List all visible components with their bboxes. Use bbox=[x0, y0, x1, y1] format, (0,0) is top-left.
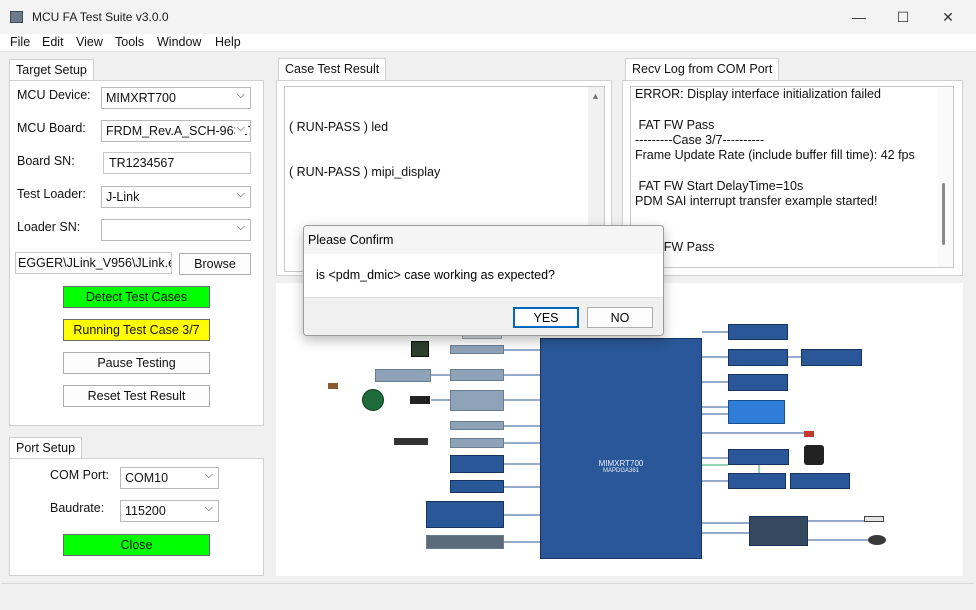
baudrate-value: 115200 bbox=[125, 504, 166, 518]
tab-port-setup[interactable]: Port Setup bbox=[9, 437, 83, 459]
minimize-icon[interactable]: — bbox=[836, 0, 882, 34]
close-port-button[interactable]: Close bbox=[63, 534, 210, 556]
mcu-device-value: MIMXRT700 bbox=[106, 91, 176, 105]
menu-window[interactable]: Window bbox=[157, 35, 201, 49]
reset-test-result-button[interactable]: Reset Test Result bbox=[63, 385, 210, 407]
recv-log-scrollbar[interactable] bbox=[938, 87, 953, 267]
dialog-message: is <pdm_dmic> case working as expected? bbox=[316, 268, 556, 282]
dialog-footer: YES NO bbox=[304, 297, 663, 335]
chevron-down-icon: ⌵ bbox=[236, 188, 245, 200]
loader-sn-label: Loader SN: bbox=[17, 220, 81, 234]
yes-button[interactable]: YES bbox=[513, 307, 579, 328]
recv-log-text[interactable]: ERROR: Display interface initialization … bbox=[630, 86, 954, 268]
mcu-device-select[interactable]: MIMXRT700 ⌵ bbox=[101, 87, 251, 109]
mcu-board-select[interactable]: FRDM_Rev.A_SCH-96317 ⌵ bbox=[101, 120, 251, 142]
recv-log-scroll-thumb[interactable] bbox=[942, 183, 945, 245]
case-result-item: ( RUN-PASS ) led bbox=[289, 119, 389, 134]
com-port-label: COM Port: bbox=[50, 468, 110, 482]
pause-testing-button[interactable]: Pause Testing bbox=[63, 352, 210, 374]
loader-sn-select[interactable]: ⌵ bbox=[101, 219, 251, 241]
board-sn-label: Board SN: bbox=[17, 154, 75, 168]
maximize-icon[interactable]: ☐ bbox=[880, 0, 926, 34]
chevron-down-icon: ⌵ bbox=[204, 469, 213, 481]
close-icon[interactable]: ✕ bbox=[925, 0, 971, 34]
detect-test-cases-button[interactable]: Detect Test Cases bbox=[63, 286, 210, 308]
scroll-up-arrow-icon[interactable]: ▲ bbox=[591, 91, 600, 101]
com-port-select[interactable]: COM10 ⌵ bbox=[120, 467, 219, 489]
tab-recv-log[interactable]: Recv Log from COM Port bbox=[625, 58, 780, 80]
app-icon bbox=[10, 11, 23, 23]
menu-bar: File Edit View Tools Window Help bbox=[0, 34, 976, 52]
test-loader-label: Test Loader: bbox=[17, 187, 86, 201]
mcu-device-label: MCU Device: bbox=[17, 88, 91, 102]
tab-target-setup[interactable]: Target Setup bbox=[9, 59, 94, 81]
menu-file[interactable]: File bbox=[10, 35, 30, 49]
test-loader-select[interactable]: J-Link ⌵ bbox=[101, 186, 251, 208]
running-test-case-button[interactable]: Running Test Case 3/7 bbox=[63, 319, 210, 341]
mcu-board-value: FRDM_Rev.A_SCH-96317 bbox=[106, 124, 251, 138]
loader-path-input[interactable]: EGGER\JLink_V956\JLink.exe bbox=[15, 252, 172, 274]
menu-tools[interactable]: Tools bbox=[115, 35, 144, 49]
case-result-item: ( RUN-PASS ) mipi_display bbox=[289, 165, 441, 180]
chevron-down-icon: ⌵ bbox=[234, 122, 245, 135]
tab-case-test-result[interactable]: Case Test Result bbox=[278, 58, 387, 80]
menu-edit[interactable]: Edit bbox=[42, 35, 64, 49]
confirm-dialog: Please Confirm is <pdm_dmic> case workin… bbox=[303, 225, 664, 336]
baudrate-select[interactable]: 115200 ⌵ bbox=[120, 500, 219, 522]
dialog-title: Please Confirm bbox=[304, 226, 663, 254]
window-title: MCU FA Test Suite v3.0.0 bbox=[32, 10, 169, 24]
baudrate-label: Baudrate: bbox=[50, 501, 105, 515]
menu-view[interactable]: View bbox=[76, 35, 103, 49]
chevron-down-icon: ⌵ bbox=[204, 502, 213, 514]
title-bar: MCU FA Test Suite v3.0.0 — ☐ ✕ bbox=[0, 0, 976, 34]
com-port-value: COM10 bbox=[125, 471, 169, 485]
mcu-board-label: MCU Board: bbox=[17, 121, 86, 135]
board-sn-input[interactable]: TR1234567 bbox=[103, 152, 251, 174]
browse-button[interactable]: Browse bbox=[179, 253, 251, 275]
chevron-down-icon: ⌵ bbox=[236, 221, 245, 233]
status-bar bbox=[1, 583, 974, 607]
test-loader-value: J-Link bbox=[106, 190, 140, 204]
menu-help[interactable]: Help bbox=[215, 35, 241, 49]
no-button[interactable]: NO bbox=[587, 307, 653, 328]
chevron-down-icon: ⌵ bbox=[236, 89, 245, 101]
